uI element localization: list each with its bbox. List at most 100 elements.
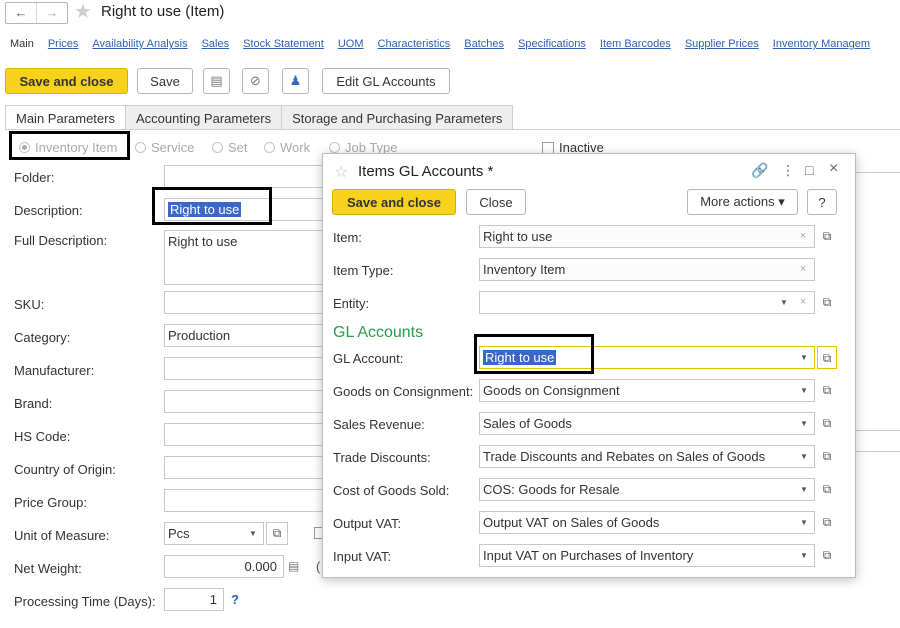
chevron-down-icon[interactable]: ▼ <box>794 413 814 434</box>
dialog-close-button[interactable]: Close <box>466 189 526 215</box>
checkbox-icon <box>542 141 554 154</box>
chevron-down-icon[interactable]: ▼ <box>794 545 814 566</box>
calculator-icon[interactable]: ▤ <box>288 559 299 573</box>
link-item-barcodes[interactable]: Item Barcodes <box>600 38 671 50</box>
open-icon[interactable]: ⧉ <box>817 511 837 534</box>
radio-work[interactable]: Work <box>264 140 310 155</box>
open-icon[interactable]: ⧉ <box>817 445 837 468</box>
hs-code-label: HS Code: <box>14 429 71 444</box>
output-vat-label: Output VAT: <box>333 516 402 531</box>
back-icon[interactable]: ← <box>6 3 36 23</box>
underlying-field-edge <box>853 172 900 173</box>
processing-time-label: Processing Time (Days): <box>14 594 156 609</box>
sales-revenue-input[interactable]: Sales of Goods ▼ <box>479 412 815 435</box>
full-description-input[interactable]: Right to use <box>164 230 324 285</box>
manufacturer-input[interactable] <box>164 357 324 380</box>
item-input[interactable]: Right to use × <box>479 225 815 248</box>
folder-input[interactable] <box>164 165 324 188</box>
open-icon[interactable]: ⧉ <box>817 346 837 369</box>
nav-buttons: ← → <box>5 2 68 24</box>
tab-main-parameters[interactable]: Main Parameters <box>5 105 125 130</box>
maximize-icon[interactable]: □ <box>805 162 813 178</box>
save-and-close-button[interactable]: Save and close <box>5 68 128 94</box>
entity-label: Entity: <box>333 296 370 311</box>
link-inventory-management[interactable]: Inventory Managem <box>773 38 870 50</box>
clear-icon[interactable]: × <box>794 226 812 247</box>
open-icon[interactable]: ⧉ <box>266 522 288 545</box>
tab-accounting-parameters[interactable]: Accounting Parameters <box>124 105 282 130</box>
list-icon[interactable]: ▤ <box>203 68 230 94</box>
link-supplier-prices[interactable]: Supplier Prices <box>685 38 759 50</box>
open-icon[interactable]: ⧉ <box>817 379 837 402</box>
hs-code-input[interactable] <box>164 423 324 446</box>
link-main[interactable]: Main <box>10 38 34 50</box>
notification-icon[interactable]: ♟ <box>282 68 309 94</box>
link-specifications[interactable]: Specifications <box>518 38 586 50</box>
trade-discounts-input[interactable]: Trade Discounts and Rebates on Sales of … <box>479 445 815 468</box>
input-vat-input[interactable]: Input VAT on Purchases of Inventory ▼ <box>479 544 815 567</box>
section-links: Main Prices Availability Analysis Sales … <box>10 38 884 50</box>
net-weight-label: Net Weight: <box>14 561 82 576</box>
item-label: Item: <box>333 230 362 245</box>
more-actions-button[interactable]: More actions ▾ <box>687 189 798 215</box>
radio-service[interactable]: Service <box>135 140 194 155</box>
processing-time-input[interactable]: 1 <box>164 588 224 611</box>
radio-set[interactable]: Set <box>212 140 248 155</box>
chevron-down-icon[interactable]: ▼ <box>794 347 814 368</box>
cost-of-goods-sold-label: Cost of Goods Sold: <box>333 483 450 498</box>
net-weight-input[interactable]: 0.000 <box>164 555 284 578</box>
price-group-input[interactable] <box>164 489 324 512</box>
chevron-down-icon[interactable]: ▼ <box>243 523 263 544</box>
sku-input[interactable] <box>164 291 324 314</box>
item-type-input[interactable]: Inventory Item × <box>479 258 815 281</box>
attachment-icon[interactable]: ⊘ <box>242 68 269 94</box>
forward-icon[interactable]: → <box>36 3 67 23</box>
sales-revenue-label: Sales Revenue: <box>333 417 425 432</box>
goods-on-consignment-input[interactable]: Goods on Consignment ▼ <box>479 379 815 402</box>
dialog-save-and-close-button[interactable]: Save and close <box>332 189 456 215</box>
favorite-star-icon[interactable]: ★ <box>74 0 92 24</box>
open-icon[interactable]: ⧉ <box>817 544 837 567</box>
open-icon[interactable]: ⧉ <box>817 225 837 248</box>
category-input[interactable]: Production <box>164 324 324 347</box>
tab-storage-purchasing[interactable]: Storage and Purchasing Parameters <box>281 105 514 130</box>
link-stock-statement[interactable]: Stock Statement <box>243 38 324 50</box>
country-input[interactable] <box>164 456 324 479</box>
clear-icon[interactable]: × <box>794 292 812 313</box>
item-type-label: Item Type: <box>333 263 394 278</box>
open-icon[interactable]: ⧉ <box>817 478 837 501</box>
radio-dot-icon <box>135 142 146 153</box>
link-uom[interactable]: UOM <box>338 38 364 50</box>
weight-unit-bracket-icon: ( <box>316 559 321 574</box>
chevron-down-icon[interactable]: ▼ <box>794 512 814 533</box>
link-prices[interactable]: Prices <box>48 38 79 50</box>
save-button[interactable]: Save <box>137 68 193 94</box>
edit-gl-accounts-button[interactable]: Edit GL Accounts <box>322 68 450 94</box>
link-characteristics[interactable]: Characteristics <box>378 38 451 50</box>
link-availability[interactable]: Availability Analysis <box>92 38 187 50</box>
uom-label: Unit of Measure: <box>14 528 110 543</box>
clear-icon[interactable]: × <box>794 259 812 280</box>
chevron-down-icon[interactable]: ▼ <box>794 479 814 500</box>
entity-input[interactable]: ▼ × <box>479 291 815 314</box>
category-label: Category: <box>14 330 71 345</box>
help-icon[interactable]: ? <box>231 592 239 607</box>
link-sales[interactable]: Sales <box>202 38 230 50</box>
chevron-down-icon[interactable]: ▼ <box>774 292 794 313</box>
chevron-down-icon[interactable]: ▼ <box>794 380 814 401</box>
output-vat-input[interactable]: Output VAT on Sales of Goods ▼ <box>479 511 815 534</box>
gl-account-label: GL Account: <box>333 351 404 366</box>
close-icon[interactable]: × <box>829 160 838 178</box>
chevron-down-icon[interactable]: ▼ <box>794 446 814 467</box>
cost-of-goods-sold-input[interactable]: COS: Goods for Resale ▼ <box>479 478 815 501</box>
uom-input[interactable]: Pcs ▼ <box>164 522 264 545</box>
input-vat-label: Input VAT: <box>333 549 392 564</box>
link-icon[interactable]: 🔗 <box>751 162 768 179</box>
dialog-help-button[interactable]: ? <box>807 189 837 215</box>
open-icon[interactable]: ⧉ <box>817 412 837 435</box>
more-vertical-icon[interactable]: ⋮ <box>781 162 795 179</box>
open-icon[interactable]: ⧉ <box>817 291 837 314</box>
favorite-star-icon[interactable]: ☆ <box>334 162 348 182</box>
link-batches[interactable]: Batches <box>464 38 504 50</box>
brand-input[interactable] <box>164 390 324 413</box>
